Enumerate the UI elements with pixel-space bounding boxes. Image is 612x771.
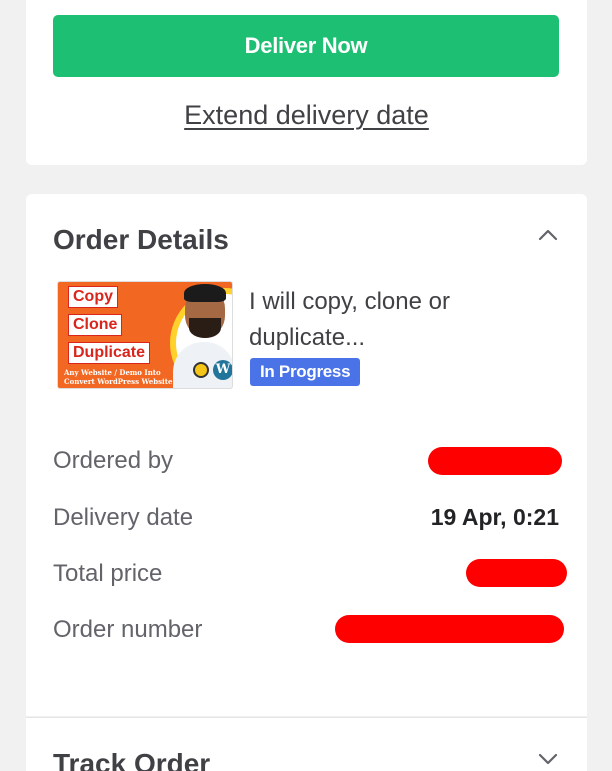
order-number-label: Order number	[53, 616, 203, 643]
thumbnail-subtitle: Any Website / Demo Into Convert WordPres…	[64, 368, 173, 386]
delivery-date-value: 19 Apr, 0:21	[430, 504, 559, 530]
deliver-now-button[interactable]: Deliver Now	[53, 15, 559, 77]
status-badge: In Progress	[250, 358, 361, 386]
gig-title[interactable]: I will copy, clone or duplicate...	[249, 284, 509, 356]
chevron-down-icon[interactable]	[537, 748, 559, 770]
total-price-redaction	[466, 559, 567, 587]
thumbnail-tag: Copy	[68, 286, 118, 308]
badge-icon	[193, 362, 209, 378]
delivery-date-label: Delivery date	[53, 504, 194, 531]
order-details-title: Order Details	[53, 224, 229, 255]
order-number-redaction	[335, 615, 564, 643]
track-order-title: Track Order	[53, 748, 211, 771]
chevron-up-icon[interactable]	[537, 224, 559, 246]
gig-thumbnail[interactable]: W Copy Clone Duplicate Any Website / Dem…	[57, 281, 233, 389]
extend-delivery-date-link[interactable]: Extend delivery date	[26, 100, 587, 131]
order-details-card: Order Details W Copy Clone Duplicate Any…	[26, 194, 587, 716]
total-price-label: Total price	[53, 560, 163, 587]
thumbnail-tag: Duplicate	[68, 342, 151, 364]
ordered-by-label: Ordered by	[53, 447, 174, 474]
track-order-card[interactable]: Track Order	[26, 717, 587, 771]
thumbnail-tag: Clone	[68, 314, 123, 336]
actions-card: Deliver Now Extend delivery date	[26, 0, 587, 165]
wordpress-icon: W	[213, 360, 232, 380]
ordered-by-redaction	[428, 447, 562, 475]
